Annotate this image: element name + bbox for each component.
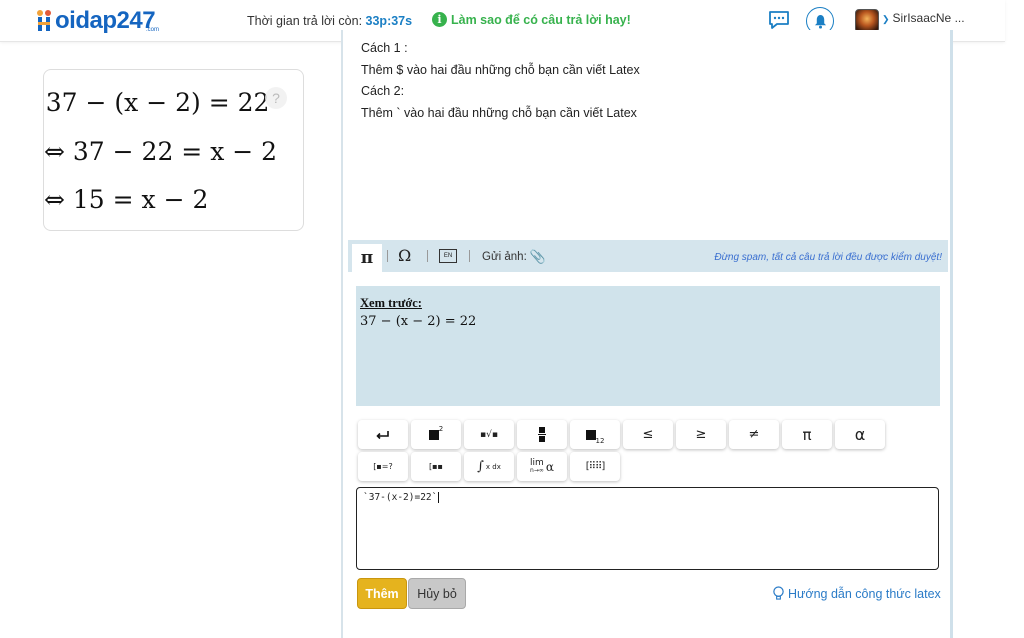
root-icon: ▪√▪ bbox=[480, 429, 498, 440]
math-line-2: ⇔ 37 − 22 = x − 2 bbox=[44, 137, 278, 166]
greater-equal-button[interactable]: ≥ bbox=[676, 420, 726, 449]
add-button[interactable]: Thêm bbox=[357, 578, 407, 609]
logo-mascot-icon bbox=[37, 10, 51, 31]
tab-english-keyboard[interactable]: EN bbox=[439, 249, 457, 263]
tab-math-symbols[interactable]: π bbox=[352, 244, 382, 272]
preview-label: Xem trước: bbox=[360, 296, 422, 310]
text-caret bbox=[438, 492, 440, 503]
piecewise-button[interactable]: [▪▪ bbox=[411, 452, 461, 481]
good-answer-label: Làm sao để có câu trả lời hay! bbox=[451, 12, 631, 27]
logo-text: oidap247 bbox=[55, 7, 156, 34]
power-button[interactable]: 2 bbox=[411, 420, 461, 449]
site-logo[interactable]: oidap247 bbox=[34, 6, 156, 36]
square-icon bbox=[428, 429, 439, 440]
toolbar-divider bbox=[427, 250, 428, 262]
enter-icon bbox=[376, 430, 389, 439]
timer-label: Thời gian trả lời còn: bbox=[247, 14, 366, 28]
upload-image-label: Gửi ảnh: bbox=[482, 251, 527, 263]
username-label: SirIsaacNe ... bbox=[892, 11, 965, 25]
help-icon[interactable]: ? bbox=[265, 87, 287, 109]
integral-label: x dx bbox=[485, 462, 501, 471]
chevron-down-icon: ❯ bbox=[882, 14, 890, 24]
newline-button[interactable] bbox=[358, 420, 408, 449]
limit-sub: n→∞ bbox=[530, 466, 544, 474]
preview-box: Xem trước: 37 − (x − 2) = 22 bbox=[356, 286, 940, 406]
tab-special-chars[interactable]: Ω bbox=[398, 246, 411, 265]
brace-system-icon: [▪=? bbox=[373, 462, 393, 471]
math-line-3: ⇔ 15 = x − 2 bbox=[44, 185, 209, 214]
integral-button[interactable]: ∫ x dx bbox=[464, 452, 514, 481]
latex-input-value: `37-(x-2)=22` bbox=[363, 492, 438, 503]
not-equal-button[interactable]: ≠ bbox=[729, 420, 779, 449]
latex-input[interactable]: `37-(x-2)=22` bbox=[356, 487, 939, 570]
toolbar-divider bbox=[469, 250, 470, 262]
alpha-button[interactable]: α bbox=[835, 420, 885, 449]
lightbulb-icon bbox=[773, 586, 784, 600]
timer-value: 33p:37s bbox=[365, 14, 413, 28]
chat-icon[interactable] bbox=[768, 10, 790, 30]
math-line-1: )37 − (x − 2) = 22 bbox=[43, 88, 270, 117]
logo-sub-text: .com bbox=[146, 27, 160, 33]
pi-button[interactable]: π bbox=[782, 420, 832, 449]
system-equations-button[interactable]: [▪=? bbox=[358, 452, 408, 481]
paperclip-icon: 📎 bbox=[529, 249, 546, 264]
limit-icon: lim n→∞ bbox=[530, 457, 544, 475]
spam-warning: Đừng spam, tất cả câu trả lời đều được k… bbox=[714, 252, 942, 263]
guide-line-1: Cách 1 : bbox=[361, 41, 408, 55]
fraction-button[interactable] bbox=[517, 420, 567, 449]
less-equal-button[interactable]: ≤ bbox=[623, 420, 673, 449]
subscript-button[interactable]: 12 bbox=[570, 420, 620, 449]
root-button[interactable]: ▪√▪ bbox=[464, 420, 514, 449]
latex-help-link[interactable]: Hướng dẫn công thức latex bbox=[772, 586, 941, 601]
fraction-icon bbox=[538, 427, 546, 442]
guide-line-3: Cách 2: bbox=[361, 84, 405, 98]
subscript-index: 12 bbox=[595, 436, 605, 445]
power-exponent: 2 bbox=[438, 424, 444, 433]
info-icon: i bbox=[432, 12, 447, 27]
limit-label: lim bbox=[530, 457, 544, 468]
editor-toolbar: π Ω EN Gửi ảnh: 📎 Đừng spam, tất cả câu … bbox=[348, 240, 948, 272]
good-answer-link[interactable]: i Làm sao để có câu trả lời hay! bbox=[432, 12, 631, 27]
upload-image-button[interactable]: Gửi ảnh: 📎 bbox=[482, 249, 546, 265]
answer-timer: Thời gian trả lời còn: 33p:37s bbox=[247, 14, 412, 28]
matrix-icon: [⠿⠿] bbox=[585, 461, 605, 472]
matrix-button[interactable]: [⠿⠿] bbox=[570, 452, 620, 481]
user-menu[interactable]: ❯ SirIsaacNe ... bbox=[882, 11, 965, 25]
bracket-system-icon: [▪▪ bbox=[429, 462, 443, 471]
toolbar-divider bbox=[387, 250, 388, 262]
latex-guide: Cách 1 : Thêm $ vào hai đầu những chỗ bạ… bbox=[361, 38, 640, 124]
bell-icon bbox=[814, 14, 826, 29]
guide-line-4: Thêm ` vào hai đầu những chỗ bạn cần viế… bbox=[361, 105, 637, 120]
limit-var: α bbox=[545, 459, 554, 474]
cancel-button[interactable]: Hủy bỏ bbox=[408, 578, 466, 609]
guide-line-2: Thêm $ vào hai đầu những chỗ bạn cần viế… bbox=[361, 62, 640, 77]
limit-button[interactable]: lim n→∞ α bbox=[517, 452, 567, 481]
latex-help-label: Hướng dẫn công thức latex bbox=[788, 586, 941, 601]
preview-math: 37 − (x − 2) = 22 bbox=[360, 314, 477, 329]
subscript-icon bbox=[585, 429, 596, 440]
integral-icon: ∫ bbox=[477, 459, 484, 474]
